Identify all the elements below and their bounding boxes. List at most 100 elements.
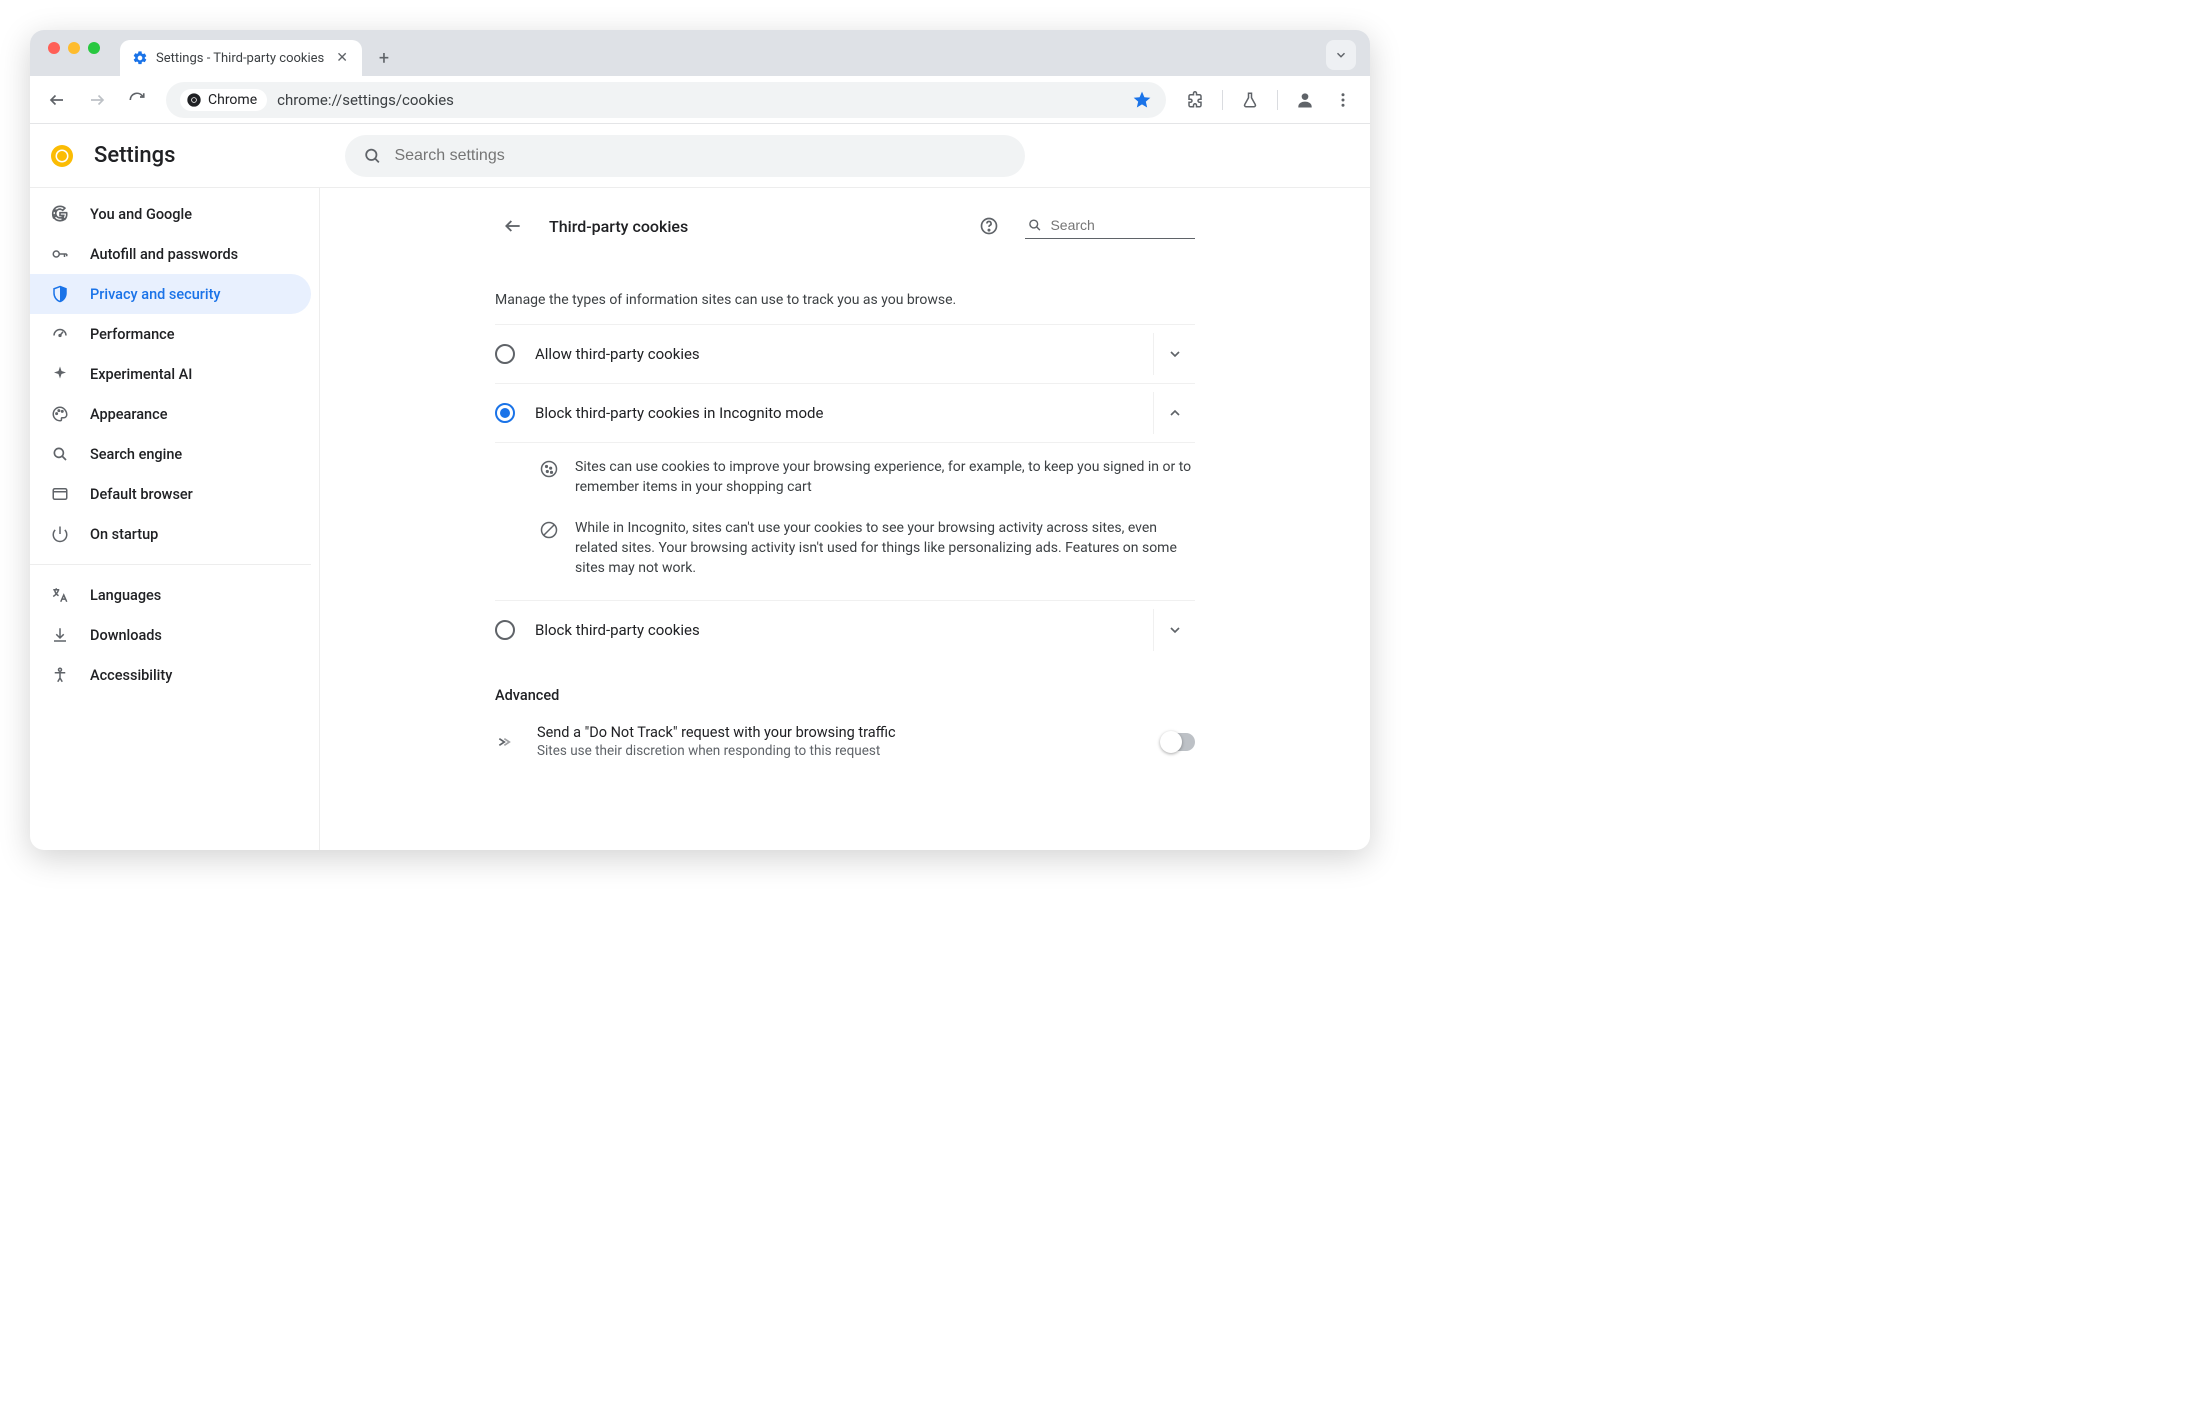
sidebar-item-label: Appearance	[90, 406, 167, 423]
app-title: Settings	[94, 143, 175, 168]
forward-button[interactable]	[80, 83, 114, 117]
sidebar-item-appearance[interactable]: Appearance	[30, 394, 311, 434]
sidebar-item-label: Experimental AI	[90, 366, 192, 383]
content-search-input[interactable]	[1050, 217, 1193, 233]
tab-title: Settings - Third-party cookies	[156, 51, 324, 66]
sidebar-item-label: Autofill and passwords	[90, 246, 238, 263]
tab-bar: Settings - Third-party cookies ✕ +	[30, 30, 1370, 76]
speedometer-icon	[50, 324, 70, 344]
detail-row: While in Incognito, sites can't use your…	[539, 508, 1195, 589]
search-icon	[1027, 216, 1042, 234]
new-tab-button[interactable]: +	[370, 44, 398, 72]
tab-dropdown-button[interactable]	[1326, 40, 1356, 70]
sidebar-item-on-startup[interactable]: On startup	[30, 514, 311, 554]
sidebar-divider	[30, 564, 311, 565]
window-controls	[38, 42, 110, 64]
do-not-track-row[interactable]: Send a "Do Not Track" request with your …	[495, 710, 1195, 773]
option-block-third-party[interactable]: Block third-party cookies	[495, 600, 1195, 659]
do-not-track-toggle[interactable]	[1161, 733, 1195, 751]
sidebar-item-privacy[interactable]: Privacy and security	[30, 274, 311, 314]
radio-button[interactable]	[495, 344, 515, 364]
search-settings-field[interactable]	[345, 135, 1025, 177]
page-description: Manage the types of information sites ca…	[495, 262, 1195, 324]
option-details: Sites can use cookies to improve your br…	[495, 442, 1195, 600]
sidebar-item-default-browser[interactable]: Default browser	[30, 474, 311, 514]
profile-button[interactable]	[1288, 83, 1322, 117]
site-chip[interactable]: Chrome	[180, 89, 267, 111]
site-chip-label: Chrome	[208, 92, 257, 108]
labs-button[interactable]	[1233, 83, 1267, 117]
option-label: Block third-party cookies in Incognito m…	[535, 404, 1133, 422]
sidebar-item-label: Privacy and security	[90, 286, 221, 303]
sidebar-item-you-and-google[interactable]: You and Google	[30, 194, 311, 234]
sidebar-item-performance[interactable]: Performance	[30, 314, 311, 354]
sidebar-item-label: Search engine	[90, 446, 182, 463]
palette-icon	[50, 404, 70, 424]
help-button[interactable]	[971, 208, 1007, 244]
block-icon	[539, 520, 559, 540]
browser-window: Settings - Third-party cookies ✕ + Chrom…	[30, 30, 1370, 850]
collapse-button[interactable]	[1153, 392, 1195, 434]
browser-tab[interactable]: Settings - Third-party cookies ✕	[120, 40, 362, 76]
sidebar-item-accessibility[interactable]: Accessibility	[30, 655, 311, 695]
radio-button[interactable]	[495, 403, 515, 423]
detail-row: Sites can use cookies to improve your br…	[539, 447, 1195, 508]
gear-icon	[132, 50, 148, 66]
separator	[1222, 90, 1223, 110]
browser-icon	[50, 484, 70, 504]
window-maximize-button[interactable]	[88, 42, 100, 54]
content-title: Third-party cookies	[549, 217, 953, 236]
expand-button[interactable]	[1153, 333, 1195, 375]
radio-button[interactable]	[495, 620, 515, 640]
advanced-section-label: Advanced	[495, 659, 1195, 710]
accessibility-icon	[50, 665, 70, 685]
extensions-button[interactable]	[1178, 83, 1212, 117]
option-allow-third-party[interactable]: Allow third-party cookies	[495, 324, 1195, 383]
browser-toolbar: Chrome chrome://settings/cookies	[30, 76, 1370, 124]
google-g-icon	[50, 204, 70, 224]
key-icon	[50, 244, 70, 264]
content-back-button[interactable]	[495, 208, 531, 244]
setting-texts: Send a "Do Not Track" request with your …	[537, 724, 1141, 759]
content-search-field[interactable]	[1025, 214, 1195, 239]
sidebar-item-label: Accessibility	[90, 667, 172, 684]
sidebar-item-autofill[interactable]: Autofill and passwords	[30, 234, 311, 274]
sidebar-item-label: On startup	[90, 526, 158, 543]
bookmark-star-icon[interactable]	[1132, 90, 1152, 110]
reload-button[interactable]	[120, 83, 154, 117]
detail-text: Sites can use cookies to improve your br…	[575, 457, 1195, 498]
sidebar-item-experimental-ai[interactable]: Experimental AI	[30, 354, 311, 394]
detail-text: While in Incognito, sites can't use your…	[575, 518, 1195, 579]
chrome-icon	[186, 92, 202, 108]
setting-title: Send a "Do Not Track" request with your …	[537, 724, 1141, 741]
search-icon	[363, 146, 382, 166]
sidebar-item-search-engine[interactable]: Search engine	[30, 434, 311, 474]
window-close-button[interactable]	[48, 42, 60, 54]
toolbar-actions	[1178, 83, 1360, 117]
sidebar-item-label: Languages	[90, 587, 161, 604]
option-block-incognito[interactable]: Block third-party cookies in Incognito m…	[495, 383, 1195, 442]
back-button[interactable]	[40, 83, 74, 117]
menu-button[interactable]	[1326, 83, 1360, 117]
content-area: Third-party cookies Manage the types of …	[320, 188, 1370, 850]
download-icon	[50, 625, 70, 645]
sidebar-item-label: You and Google	[90, 206, 192, 223]
power-icon	[50, 524, 70, 544]
spark-icon	[50, 364, 70, 384]
cookie-icon	[539, 459, 559, 479]
address-bar[interactable]: Chrome chrome://settings/cookies	[166, 82, 1166, 118]
url-text: chrome://settings/cookies	[277, 91, 454, 109]
translate-icon	[50, 585, 70, 605]
settings-sidebar: You and Google Autofill and passwords Pr…	[30, 188, 320, 850]
sidebar-item-downloads[interactable]: Downloads	[30, 615, 311, 655]
sidebar-item-languages[interactable]: Languages	[30, 575, 311, 615]
content-header: Third-party cookies	[495, 204, 1195, 262]
tab-close-button[interactable]: ✕	[332, 48, 352, 68]
expand-button[interactable]	[1153, 609, 1195, 651]
sidebar-item-label: Downloads	[90, 627, 162, 644]
setting-subtitle: Sites use their discretion when respondi…	[537, 743, 1141, 759]
shield-icon	[50, 284, 70, 304]
window-minimize-button[interactable]	[68, 42, 80, 54]
settings-body: You and Google Autofill and passwords Pr…	[30, 188, 1370, 850]
search-settings-input[interactable]	[394, 147, 1007, 165]
